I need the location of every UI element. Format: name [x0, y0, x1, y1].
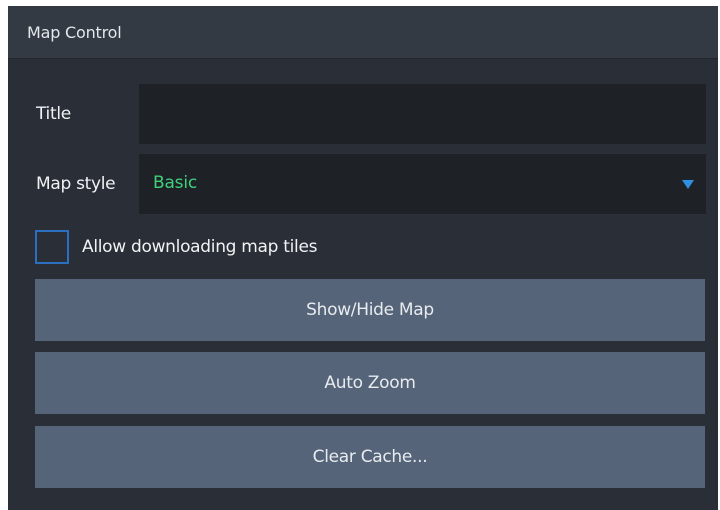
allow-download-row: Allow downloading map tiles [8, 230, 718, 264]
map-style-select[interactable]: Basic [139, 154, 706, 214]
panel-header: Map Control [8, 6, 718, 59]
clear-cache-button[interactable]: Clear Cache... [35, 426, 705, 488]
show-hide-map-button[interactable]: Show/Hide Map [35, 279, 705, 341]
allow-download-label: Allow downloading map tiles [82, 237, 318, 257]
map-control-panel: Map Control Title Map style Basic Allow … [8, 6, 718, 510]
dropdown-arrow-icon [682, 180, 694, 189]
map-style-row: Map style Basic [8, 154, 718, 214]
auto-zoom-button[interactable]: Auto Zoom [35, 352, 705, 414]
title-input[interactable] [139, 84, 706, 144]
panel-title: Map Control [27, 22, 122, 42]
title-row: Title [8, 84, 718, 144]
allow-download-checkbox[interactable] [35, 230, 69, 264]
map-style-value: Basic [153, 173, 198, 193]
map-style-label: Map style [36, 174, 116, 194]
title-label: Title [36, 104, 71, 124]
